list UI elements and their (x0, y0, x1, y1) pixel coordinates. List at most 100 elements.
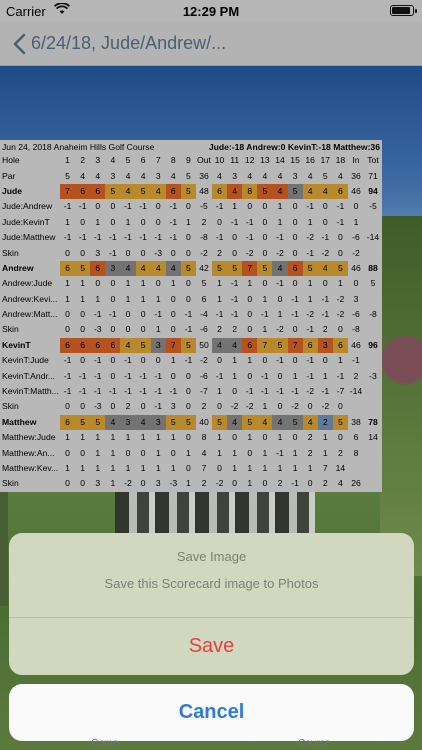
scorecard-cell: 1 (110, 478, 116, 489)
save-button[interactable]: Save (9, 618, 414, 675)
scorecard-cell: 1 (155, 447, 161, 458)
scorecard-cell: 0 (247, 309, 253, 320)
scorecard-cell: 0 (217, 355, 222, 366)
scorecard-cell: 0 (292, 232, 298, 243)
scorecard-cell: 0 (322, 216, 328, 227)
scorecard-cell: 0 (322, 201, 328, 212)
scorecard-cell: -1 (215, 370, 224, 381)
scorecard-cell: 1 (170, 432, 176, 443)
scorecard-course: Jun 24, 2018 Anaheim Hills Golf Course (2, 142, 155, 152)
scorecard-cell: 0 (338, 401, 343, 412)
scorecard-cell: 5 (180, 183, 196, 200)
scorecard-cell: -1 (230, 278, 239, 289)
scorecard-cell: 5 (211, 260, 228, 277)
scorecard-row-label: Matthew:An... (2, 447, 55, 458)
scorecard-cell: -2 (245, 247, 254, 258)
scorecard-cell: 4 (150, 260, 166, 277)
scorecard-row: Jude:KevinT 1 0 1 0 1 0 0 -1 1 2 0 -1 -1 0 1 0 1 0 -1 1 (0, 215, 382, 230)
scorecard-row-label: Matthew (2, 416, 37, 427)
scorecard-cell: 0 (262, 278, 268, 289)
cancel-button[interactable]: Cancel (9, 684, 414, 741)
scorecard-cell: -1 (139, 386, 147, 397)
scorecard-cell: -1 (139, 370, 147, 381)
scorecard-cell: 0 (277, 293, 283, 304)
action-sheet-message: Save this Scorecard image to Photos (104, 576, 319, 591)
scorecard-cell: 0 (110, 201, 116, 212)
scorecard-cell: -1 (169, 232, 178, 243)
scorecard-cell: -1 (124, 355, 132, 366)
scorecard-column-header: Hole (2, 155, 20, 166)
scorecard-cell: 4 (201, 447, 207, 458)
scorecard-cell: 0 (247, 447, 253, 458)
scorecard-cell: -1 (291, 293, 299, 304)
scorecard-cell: 4 (338, 170, 343, 181)
scorecard-row: Andrew:Matt... 0 0 -1 -1 0 0 -1 0 -1 -4 -1 -1 0 -1 1 -1-… (0, 307, 382, 322)
scorecard-cell: -1 (93, 386, 102, 397)
scorecard-cell: -1 (154, 232, 163, 243)
scorecard-cell: 0 (292, 247, 298, 258)
scorecard-cell: 1 (186, 478, 191, 489)
scorecard-cell: 4 (135, 414, 151, 431)
scorecard-cell: 2 (353, 370, 359, 381)
scorecard-cell: -1 (78, 386, 87, 397)
scorecard-column-header: 16 (305, 155, 315, 166)
scorecard-cell: 5 (201, 278, 207, 289)
chevron-left-icon[interactable] (10, 33, 32, 55)
scorecard-cell: -1 (215, 201, 224, 212)
scorecard-cell: 6 (287, 260, 303, 277)
scorecard-cell: 3 (120, 414, 136, 431)
scorecard-cell: 5 (135, 337, 151, 354)
scorecard-cell: 0 (125, 324, 131, 335)
scorecard-cell: -6 (352, 309, 360, 320)
scorecard-row: Skin 0 0 -3 0 0 0 1 0 -1 -6 2 2 0 1 -2 0 -1 2 0 -8 (0, 322, 382, 337)
status-bar: Carrier 12:29 PM (0, 0, 422, 22)
scorecard-cell: 1 (307, 278, 313, 289)
scorecard-cell: 5 (211, 414, 228, 431)
scorecard-cell: 0 (65, 447, 70, 458)
scorecard-cell: 1 (125, 463, 131, 473)
scorecard-row-label: Matthew:Kev... (2, 463, 59, 473)
scorecard-cell: 4 (272, 414, 288, 431)
scorecard-cell: 3 (317, 337, 333, 354)
scorecard-cell: 2 (125, 401, 131, 412)
scorecard-row: KevinT:Jude -1 0 -1 0 -1 0 0 1 -1 -2 0 1 1 0 -1 0 -1 0 1 -1 (0, 353, 382, 368)
scorecard-cell: -1 (93, 370, 102, 381)
scorecard-cell: -1 (276, 447, 284, 458)
scorecard-row-label: Jude (2, 185, 23, 196)
scorecard-cell: 5 (370, 278, 376, 289)
scorecard-cell: 4 (272, 260, 288, 277)
scorecard-column-header: 12 (244, 155, 255, 166)
scorecard-cell: 1 (125, 278, 131, 289)
scorecard-cell: 4 (120, 337, 136, 354)
scorecard-cell: 0 (170, 293, 176, 304)
scorecard-cell: 5 (180, 337, 196, 354)
tab-game[interactable]: Game (91, 738, 118, 749)
scorecard-cell: -2 (352, 247, 360, 258)
scorecard-cell: 1 (338, 355, 343, 366)
action-sheet: Save Image Save this Scorecard image to … (9, 533, 414, 675)
scorecard-cell: -1 (63, 201, 72, 212)
scorecard-cell (364, 292, 382, 307)
scorecard-cell: -1 (306, 370, 315, 381)
scorecard-row-label: Skin (2, 401, 19, 412)
scorecard-row: Jude:Matthew -1 -1 -1 -1 -1 -1 -1 -1 0 -8 -1 0 -1 0 -1 0… (0, 230, 382, 245)
scorecard-cell: 2 (201, 216, 207, 227)
scorecard-cell: 5 (165, 414, 181, 431)
scorecard-cell: 3 (95, 478, 101, 489)
scorecard-cell: 0 (80, 324, 86, 335)
scorecard-cell: 0 (110, 278, 116, 289)
scorecard-row-label: Andrew:Jude (2, 278, 53, 289)
scorecard-cell: 46 (351, 339, 361, 350)
tab-course[interactable]: Course (298, 738, 330, 749)
back-button-title[interactable]: 6/24/18, Jude/Andrew/... (31, 33, 226, 54)
scorecard-cell: 6 (302, 337, 318, 354)
scorecard-cell: -1 (336, 201, 345, 212)
scorecard-cell: 0 (262, 478, 268, 489)
scorecard-cell: 6 (60, 414, 76, 431)
scorecard-cell: 5 (242, 414, 258, 431)
scorecard-cell: -2 (124, 478, 132, 489)
scorecard-cell: -1 (276, 355, 284, 366)
scorecard-cell: 8 (353, 447, 359, 458)
scorecard-cell: 6 (90, 260, 106, 277)
scorecard-cell: 1 (125, 293, 131, 304)
